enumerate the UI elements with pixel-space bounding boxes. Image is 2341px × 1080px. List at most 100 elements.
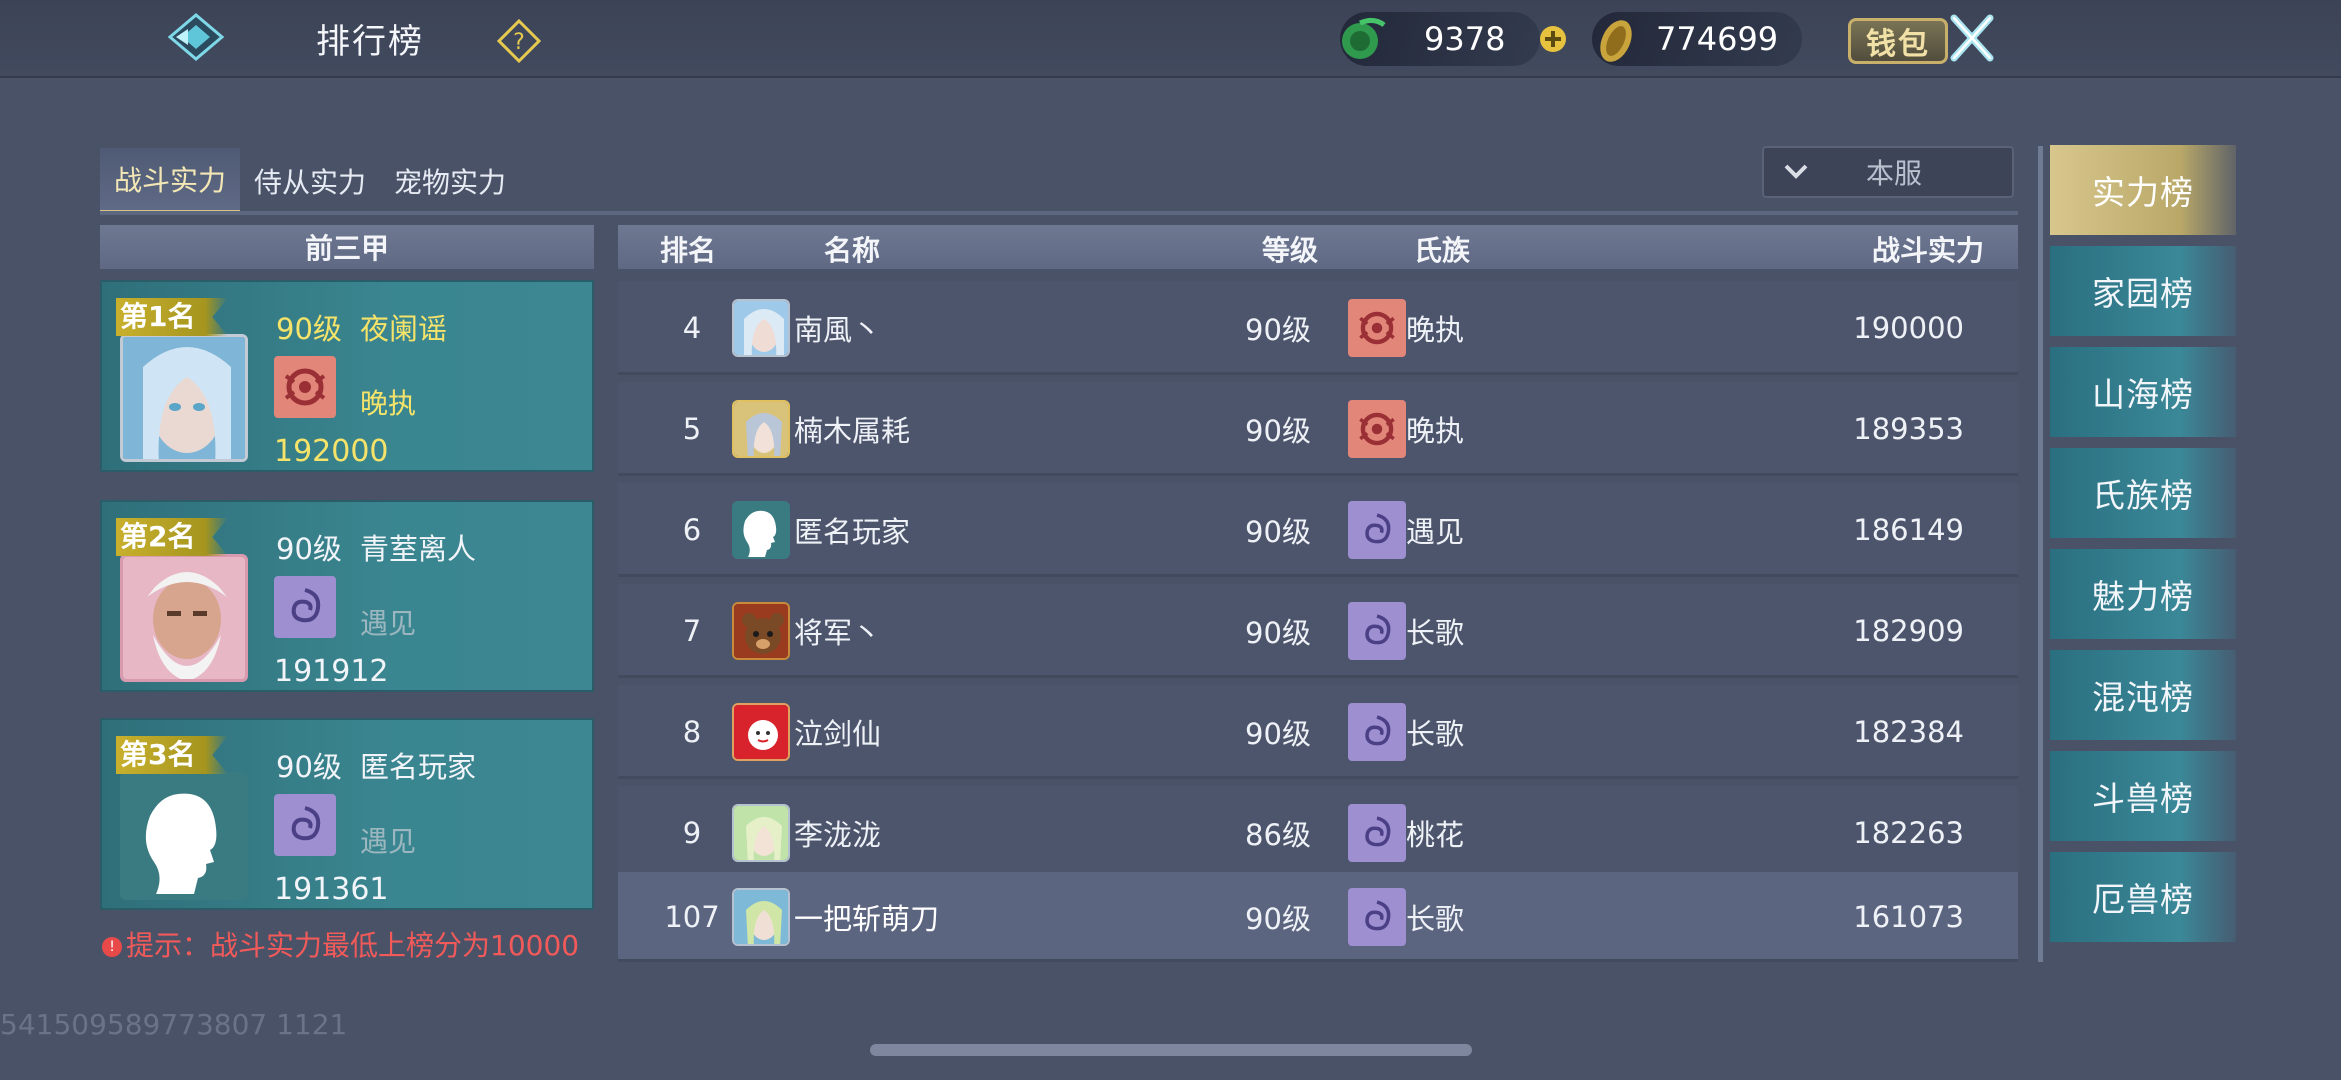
- avatar: [732, 602, 790, 660]
- page-title: 排行榜: [316, 22, 424, 62]
- player-name: 青荎离人: [360, 532, 477, 566]
- top3-card-2[interactable]: 第2名 90级 青荎离人 遇见 191912: [100, 500, 594, 692]
- column-header-power: 战斗实力: [1871, 234, 1984, 267]
- category-chaos-ranking[interactable]: 混沌榜: [2050, 650, 2236, 740]
- player-level: 90级: [1245, 515, 1311, 549]
- clan-name: 晚执: [1406, 414, 1465, 448]
- tab-pet-power[interactable]: 宠物实力: [380, 148, 520, 214]
- player-name: 楠木属耗: [794, 414, 911, 448]
- top3-card-1[interactable]: 第1名 90级 夜阑谣 晚执 192000: [100, 280, 594, 472]
- top3-card-3[interactable]: 第3名 90级 匿名玩家 遇见 191361: [100, 718, 594, 910]
- svg-text:?: ?: [513, 30, 525, 55]
- column-header-name: 名称: [824, 234, 881, 267]
- category-beast-fight-ranking[interactable]: 斗兽榜: [2050, 751, 2236, 841]
- clan-emblem-icon: [1348, 888, 1406, 946]
- close-button[interactable]: [1940, 8, 2004, 68]
- clan-emblem-icon: [274, 356, 336, 418]
- avatar: [732, 703, 790, 761]
- category-power-ranking[interactable]: 实力榜: [2050, 145, 2236, 235]
- player-level: 90级: [276, 750, 342, 784]
- player-name: 南風丶: [794, 313, 882, 347]
- help-icon[interactable]: ?: [496, 18, 542, 64]
- combat-power: 161073: [1853, 900, 1964, 934]
- player-level: 90级: [276, 532, 342, 566]
- gold-amount: 774699: [1656, 20, 1779, 58]
- category-clan-ranking[interactable]: 氏族榜: [2050, 448, 2236, 538]
- avatar: [120, 554, 248, 682]
- table-row[interactable]: 7 将军丶 90级 长歌 182909: [618, 584, 2018, 678]
- clan-emblem-icon: [274, 576, 336, 638]
- back-button[interactable]: [160, 6, 232, 68]
- home-indicator[interactable]: [870, 1044, 1472, 1056]
- clan-emblem-icon: [1348, 400, 1406, 458]
- clan-name: 遇见: [360, 825, 417, 858]
- warning-icon: !: [102, 937, 122, 957]
- category-charm-ranking[interactable]: 魅力榜: [2050, 549, 2236, 639]
- add-currency-icon[interactable]: [1538, 24, 1568, 54]
- player-level: 90级: [1245, 313, 1311, 347]
- player-level: 90级: [276, 312, 342, 346]
- category-shanhai-ranking[interactable]: 山海榜: [2050, 347, 2236, 437]
- avatar: [732, 888, 790, 946]
- avatar: [120, 334, 248, 462]
- server-dropdown[interactable]: 本服: [1762, 146, 2014, 198]
- category-home-ranking[interactable]: 家园榜: [2050, 246, 2236, 336]
- clan-name: 遇见: [1406, 515, 1465, 549]
- table-row[interactable]: 4 南風丶 90级 晚执 190000: [618, 281, 2018, 375]
- player-level: 90级: [1245, 717, 1311, 751]
- clan-emblem-icon: [1348, 602, 1406, 660]
- jade-currency: 9378: [1340, 12, 1540, 66]
- rank-badge: 第2名: [116, 518, 228, 556]
- avatar: [120, 772, 248, 900]
- wallet-button[interactable]: 钱包: [1848, 18, 1948, 64]
- avatar: [732, 299, 790, 357]
- clan-name: 长歌: [1406, 616, 1465, 650]
- rank-badge: 第1名: [116, 298, 228, 336]
- clan-emblem-icon: [1348, 804, 1406, 862]
- jade-amount: 9378: [1424, 20, 1506, 58]
- clan-emblem-icon: [274, 794, 336, 856]
- jade-icon: [1342, 17, 1386, 59]
- top3-header: 前三甲: [100, 225, 594, 269]
- player-level: 90级: [1245, 902, 1311, 936]
- combat-power: 191912: [274, 654, 389, 689]
- player-name: 夜阑谣: [360, 312, 448, 346]
- clan-name: 长歌: [1406, 717, 1465, 751]
- combat-power: 182384: [1853, 715, 1964, 749]
- chevron-down-icon: [1784, 164, 1808, 179]
- tabs-divider: [100, 211, 2018, 215]
- tip-text: 提示：战斗实力最低上榜分为10000: [126, 929, 580, 962]
- clan-emblem-icon: [1348, 299, 1406, 357]
- rank-badge: 第3名: [116, 736, 228, 774]
- table-row[interactable]: 6 匿名玩家 90级 遇见 186149: [618, 483, 2018, 577]
- gold-ingot-icon: [1600, 20, 1632, 62]
- player-level: 86级: [1245, 818, 1311, 852]
- avatar: [732, 501, 790, 559]
- ranking-table-header: 排名 名称 等级 氏族 战斗实力: [618, 225, 2018, 269]
- player-name: 李泷泷: [794, 818, 882, 852]
- player-name: 泣剑仙: [794, 717, 882, 751]
- table-row[interactable]: 8 泣剑仙 90级 长歌 182384: [618, 685, 2018, 779]
- combat-power: 190000: [1853, 311, 1964, 345]
- table-row[interactable]: 5 楠木属耗 90级 晚执 189353: [618, 382, 2018, 476]
- tab-combat-power[interactable]: 战斗实力: [100, 148, 241, 214]
- category-divider: [2038, 146, 2043, 962]
- clan-name: 遇见: [360, 607, 417, 640]
- player-name: 一把斩萌刀: [794, 902, 940, 936]
- player-name: 将军丶: [794, 616, 882, 650]
- top-bar: 排行榜 ? 9378 774699 钱包: [0, 0, 2341, 78]
- avatar: [732, 400, 790, 458]
- clan-emblem-icon: [1348, 703, 1406, 761]
- gold-currency: 774699: [1592, 12, 1802, 66]
- category-calamity-beast-ranking[interactable]: 厄兽榜: [2050, 852, 2236, 942]
- avatar: [732, 804, 790, 862]
- tab-servant-power[interactable]: 侍从实力: [240, 148, 380, 214]
- min-score-tip: ! 提示：战斗实力最低上榜分为10000: [102, 924, 579, 964]
- my-rank-row[interactable]: 107 一把斩萌刀 90级 长歌 161073: [618, 872, 2018, 962]
- table-row[interactable]: 9 李泷泷 86级 桃花 182263: [618, 786, 2018, 880]
- footer-id: 541509589773807 1121: [0, 1008, 348, 1041]
- column-header-level: 等级: [1262, 234, 1319, 267]
- clan-emblem-icon: [1348, 501, 1406, 559]
- player-name: 匿名玩家: [794, 515, 911, 549]
- combat-power: 189353: [1853, 412, 1964, 446]
